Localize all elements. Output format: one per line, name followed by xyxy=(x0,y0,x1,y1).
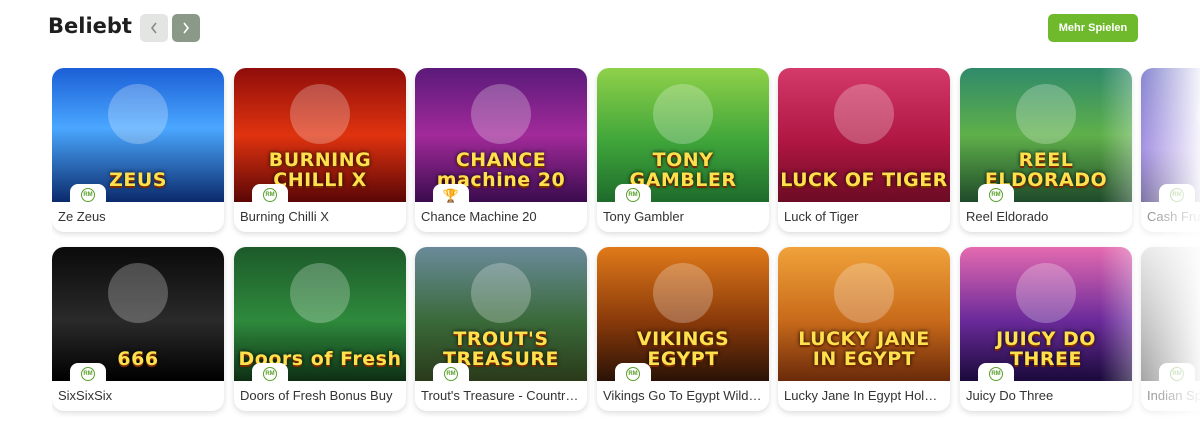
game-title[interactable]: Vikings Go To Egypt Wild Fight xyxy=(597,381,769,411)
more-games-button[interactable]: Mehr Spielen xyxy=(1048,14,1138,42)
game-art-figure xyxy=(471,84,531,144)
game-card[interactable]: TROUT'S TREASURE RM Trout's Treasure - Cou… xyxy=(415,247,587,411)
games-grid: ZEUS RM Ze Zeus BURNING CHILLI X RM Burning C… xyxy=(52,68,1200,418)
game-thumbnail[interactable]: REEL ELDORADO xyxy=(960,68,1132,202)
rm-badge-icon: RM xyxy=(1170,188,1184,202)
game-thumbnail[interactable]: CHANCE machine 20 xyxy=(415,68,587,202)
game-title[interactable]: Trout's Treasure - Countryside Quest xyxy=(415,381,587,411)
game-card[interactable]: LUCKY JANE IN EGYPT Lucky Jane In Egypt H… xyxy=(778,247,950,411)
game-art-figure xyxy=(471,263,531,323)
game-card[interactable]: ZEUS RM Ze Zeus xyxy=(52,68,224,232)
game-thumbnail[interactable]: LUCKY JANE IN EGYPT xyxy=(778,247,950,381)
game-art-figure xyxy=(834,84,894,144)
game-title[interactable]: SixSixSix xyxy=(52,381,224,411)
game-thumbnail[interactable]: TROUT'S TREASURE xyxy=(415,247,587,381)
game-title[interactable]: Cash Fruits xyxy=(1141,202,1200,232)
game-title[interactable]: Doors of Fresh Bonus Buy xyxy=(234,381,406,411)
game-thumbnail[interactable] xyxy=(1141,247,1200,381)
game-thumbnail[interactable]: JUICY DO THREE xyxy=(960,247,1132,381)
game-title[interactable]: Burning Chilli X xyxy=(234,202,406,232)
section-header: Beliebt Mehr Spielen xyxy=(48,12,1140,44)
carousel-next-button[interactable] xyxy=(172,14,200,42)
game-thumbnail[interactable]: BURNING CHILLI X xyxy=(234,68,406,202)
game-art-figure xyxy=(290,84,350,144)
rm-badge-icon: RM xyxy=(263,188,277,202)
game-card[interactable]: TONY GAMBLER RM Tony Gambler xyxy=(597,68,769,232)
game-thumbnail[interactable]: TONY GAMBLER xyxy=(597,68,769,202)
game-thumbnail[interactable]: 666 xyxy=(52,247,224,381)
game-card[interactable]: JUICY DO THREE RM Juicy Do Three xyxy=(960,247,1132,411)
game-card[interactable]: BURNING CHILLI X RM Burning Chilli X xyxy=(234,68,406,232)
game-title[interactable]: Tony Gambler xyxy=(597,202,769,232)
rm-badge-icon: RM xyxy=(989,188,1003,202)
rm-badge-icon: RM xyxy=(626,367,640,381)
game-thumbnail[interactable]: Doors of Fresh xyxy=(234,247,406,381)
game-art-figure xyxy=(1016,84,1076,144)
game-card[interactable]: VIKINGS EGYPT RM Vikings Go To Egypt Wild … xyxy=(597,247,769,411)
game-title[interactable]: Reel Eldorado xyxy=(960,202,1132,232)
game-card[interactable]: CARMCash Fruits xyxy=(1141,68,1200,232)
game-art-figure xyxy=(834,263,894,323)
game-title[interactable]: Lucky Jane In Egypt Hold and Win xyxy=(778,381,950,411)
trophy-icon: 🏆 xyxy=(442,187,460,203)
game-title[interactable]: Juicy Do Three xyxy=(960,381,1132,411)
chevron-right-icon xyxy=(183,22,190,34)
game-card[interactable]: RMIndian Spirit xyxy=(1141,247,1200,411)
section-title: Beliebt xyxy=(48,14,132,38)
rm-badge-icon: RM xyxy=(1170,367,1184,381)
game-card[interactable]: LUCK OF TIGER Luck of Tiger xyxy=(778,68,950,232)
rm-badge-icon: RM xyxy=(444,367,458,381)
game-title[interactable]: Ze Zeus xyxy=(52,202,224,232)
game-card[interactable]: Doors of Fresh RM Doors of Fresh Bonus Buy xyxy=(234,247,406,411)
game-logo-text: LUCK OF TIGER xyxy=(780,169,948,191)
rm-badge-icon: RM xyxy=(989,367,1003,381)
game-art-figure xyxy=(1016,263,1076,323)
game-card[interactable]: CHANCE machine 20 🏆 Chance Machine 20 xyxy=(415,68,587,232)
rm-badge-icon: RM xyxy=(626,188,640,202)
game-art-figure xyxy=(653,263,713,323)
game-card[interactable]: REEL ELDORADO RM Reel Eldorado xyxy=(960,68,1132,232)
chevron-left-icon xyxy=(150,22,157,34)
game-logo-text: LUCKY JANE IN EGYPT xyxy=(798,328,930,370)
game-thumbnail[interactable]: LUCK OF TIGER xyxy=(778,68,950,202)
game-art-figure xyxy=(108,263,168,323)
carousel-prev-button[interactable] xyxy=(140,14,168,42)
rm-badge-icon: RM xyxy=(81,188,95,202)
game-title[interactable]: Indian Spirit xyxy=(1141,381,1200,411)
game-title[interactable]: Luck of Tiger xyxy=(778,202,950,232)
game-art-figure xyxy=(290,263,350,323)
game-thumbnail[interactable]: VIKINGS EGYPT xyxy=(597,247,769,381)
game-card[interactable]: 666 RM SixSixSix xyxy=(52,247,224,411)
rm-badge-icon: RM xyxy=(81,367,95,381)
game-title[interactable]: Chance Machine 20 xyxy=(415,202,587,232)
game-art-figure xyxy=(108,84,168,144)
rm-badge-icon: RM xyxy=(263,367,277,381)
game-art-figure xyxy=(653,84,713,144)
game-thumbnail[interactable]: CA xyxy=(1141,68,1200,202)
game-thumbnail[interactable]: ZEUS xyxy=(52,68,224,202)
